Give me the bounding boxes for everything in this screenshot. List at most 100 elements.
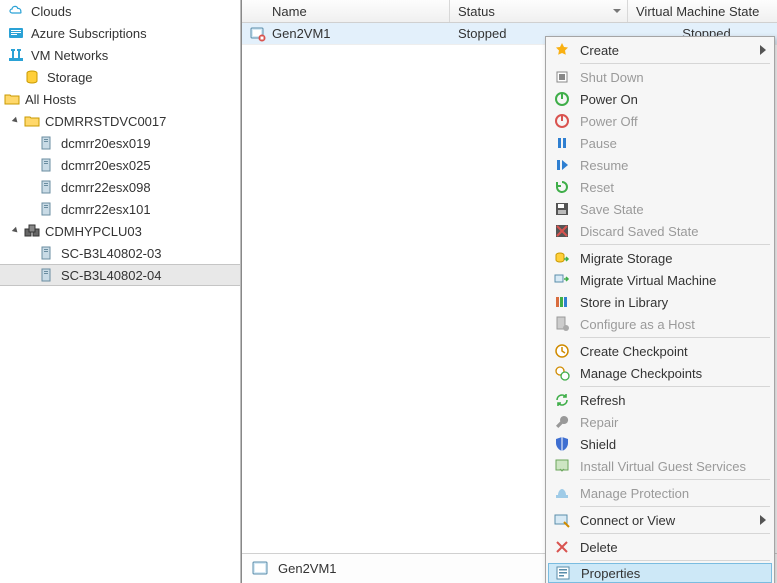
column-header-name-label: Name [272, 4, 307, 19]
menu-pause-label: Pause [580, 136, 617, 151]
host-label: SC-B3L40802-04 [61, 268, 161, 283]
menu-shield-label: Shield [580, 437, 616, 452]
nav-vmnetworks-label: VM Networks [31, 48, 108, 63]
menu-refresh[interactable]: Refresh [548, 389, 772, 411]
chevron-down-icon[interactable] [10, 225, 22, 237]
column-header-vmstate[interactable]: Virtual Machine State [628, 0, 777, 22]
library-icon [552, 292, 572, 312]
column-header-status-label: Status [458, 4, 495, 19]
migrate-vm-icon [552, 270, 572, 290]
nav-clouds[interactable]: Clouds [0, 0, 240, 22]
menu-poweroff-label: Power Off [580, 114, 638, 129]
host-icon [38, 135, 54, 151]
menu-resume[interactable]: Resume [548, 154, 772, 176]
nav-cluster-1[interactable]: CDMRRSTDVC0017 [0, 110, 240, 132]
cloud-icon [8, 3, 24, 19]
menu-separator [580, 337, 770, 338]
menu-poweron[interactable]: Power On [548, 88, 772, 110]
menu-discard-label: Discard Saved State [580, 224, 699, 239]
delete-icon [552, 537, 572, 557]
menu-savestate[interactable]: Save State [548, 198, 772, 220]
menu-pause[interactable]: Pause [548, 132, 772, 154]
nav-host-selected[interactable]: SC-B3L40802-04 [0, 264, 240, 286]
menu-migrate-storage-label: Migrate Storage [580, 251, 673, 266]
nav-cluster2-label: CDMHYPCLU03 [45, 224, 142, 239]
menu-migrate-storage[interactable]: Migrate Storage [548, 247, 772, 269]
menu-separator [580, 244, 770, 245]
poweroff-icon [552, 111, 572, 131]
nav-azure[interactable]: Azure Subscriptions [0, 22, 240, 44]
pause-icon [552, 133, 572, 153]
menu-repair[interactable]: Repair [548, 411, 772, 433]
menu-configure-host-label: Configure as a Host [580, 317, 695, 332]
column-header-status[interactable]: Status [450, 0, 628, 22]
nav-storage[interactable]: Storage [0, 66, 240, 88]
storage-icon [24, 69, 40, 85]
network-icon [8, 47, 24, 63]
menu-shield[interactable]: Shield [548, 433, 772, 455]
menu-connect-view[interactable]: Connect or View [548, 509, 772, 531]
menu-create[interactable]: Create [548, 39, 772, 61]
menu-separator [580, 533, 770, 534]
save-icon [552, 199, 572, 219]
chevron-down-icon[interactable] [10, 115, 22, 127]
create-icon [552, 40, 572, 60]
main-panel: Name Status Virtual Machine State Gen2VM… [241, 0, 777, 583]
host-label: SC-B3L40802-03 [61, 246, 161, 261]
menu-create-checkpoint[interactable]: Create Checkpoint [548, 340, 772, 362]
nav-host[interactable]: SC-B3L40802-03 [0, 242, 240, 264]
app-root: Clouds Azure Subscriptions VM Networks S… [0, 0, 777, 583]
properties-icon [553, 563, 573, 583]
menu-separator [580, 479, 770, 480]
menu-shutdown[interactable]: Shut Down [548, 66, 772, 88]
menu-properties[interactable]: Properties [548, 563, 772, 583]
column-header-name[interactable]: Name [242, 0, 450, 22]
menu-shutdown-label: Shut Down [580, 70, 644, 85]
cluster-icon [24, 224, 40, 238]
nav-all-hosts[interactable]: All Hosts [0, 88, 240, 110]
discard-icon [552, 221, 572, 241]
vm-stopped-icon [250, 26, 266, 42]
submenu-arrow-icon [760, 515, 766, 525]
menu-properties-label: Properties [581, 566, 640, 581]
vm-icon [252, 560, 270, 578]
column-header-vmstate-label: Virtual Machine State [636, 4, 759, 19]
host-label: dcmrr22esx101 [61, 202, 151, 217]
menu-configure-host[interactable]: Configure as a Host [548, 313, 772, 335]
host-icon [38, 201, 54, 217]
nav-vmnetworks[interactable]: VM Networks [0, 44, 240, 66]
menu-connect-label: Connect or View [580, 513, 675, 528]
menu-store-library[interactable]: Store in Library [548, 291, 772, 313]
repair-icon [552, 412, 572, 432]
menu-separator [580, 560, 770, 561]
menu-manage-protection[interactable]: Manage Protection [548, 482, 772, 504]
menu-poweroff[interactable]: Power Off [548, 110, 772, 132]
menu-migrate-vm-label: Migrate Virtual Machine [580, 273, 716, 288]
menu-savestate-label: Save State [580, 202, 644, 217]
menu-resume-label: Resume [580, 158, 628, 173]
submenu-arrow-icon [760, 45, 766, 55]
menu-install-guest[interactable]: Install Virtual Guest Services [548, 455, 772, 477]
resume-icon [552, 155, 572, 175]
nav-cluster-2[interactable]: CDMHYPCLU03 [0, 220, 240, 242]
navigation-tree: Clouds Azure Subscriptions VM Networks S… [0, 0, 241, 583]
menu-repair-label: Repair [580, 415, 618, 430]
menu-manage-protection-label: Manage Protection [580, 486, 689, 501]
menu-create-label: Create [580, 43, 619, 58]
folder-icon [4, 92, 20, 106]
menu-separator [580, 63, 770, 64]
menu-manage-checkpoints[interactable]: Manage Checkpoints [548, 362, 772, 384]
nav-host[interactable]: dcmrr20esx019 [0, 132, 240, 154]
host-icon [38, 245, 54, 261]
nav-host[interactable]: dcmrr22esx101 [0, 198, 240, 220]
reset-icon [552, 177, 572, 197]
nav-host[interactable]: dcmrr20esx025 [0, 154, 240, 176]
menu-discard[interactable]: Discard Saved State [548, 220, 772, 242]
menu-delete[interactable]: Delete [548, 536, 772, 558]
nav-host[interactable]: dcmrr22esx098 [0, 176, 240, 198]
poweron-icon [552, 89, 572, 109]
menu-migrate-vm[interactable]: Migrate Virtual Machine [548, 269, 772, 291]
host-icon [38, 179, 54, 195]
menu-reset[interactable]: Reset [548, 176, 772, 198]
menu-separator [580, 506, 770, 507]
